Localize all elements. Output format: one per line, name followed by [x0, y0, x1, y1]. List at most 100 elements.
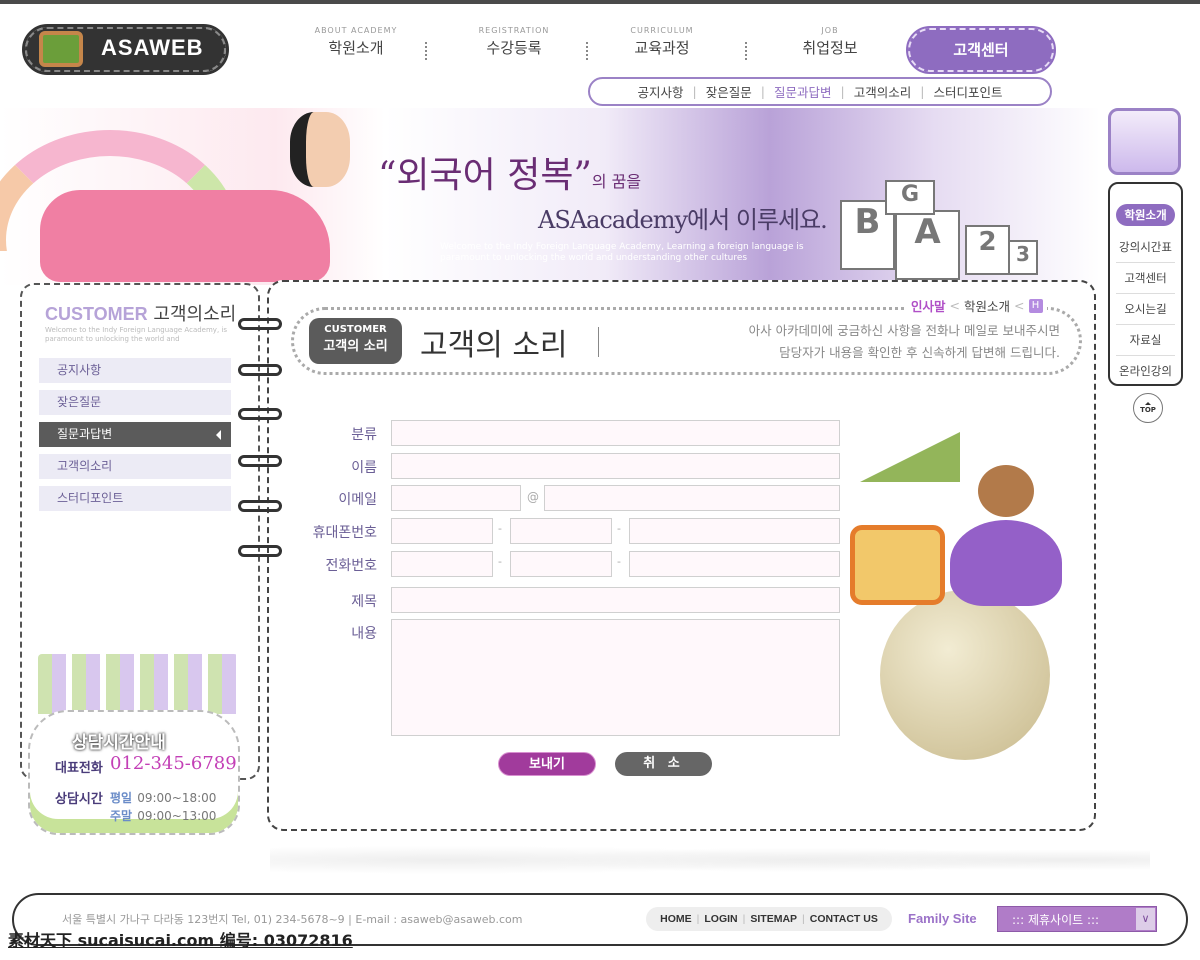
slogan-main: “외국어 정복” [378, 155, 592, 196]
sub-nav: 공지사항 | 잦은질문 | 질문과답변 | 고객의소리 | 스터디포인트 [588, 77, 1052, 106]
label-phone: 전화번호 [325, 558, 377, 574]
cancel-button[interactable]: 취 소 [615, 752, 712, 776]
phone-input-3[interactable] [629, 551, 840, 577]
chevron-left-icon: < [1014, 298, 1025, 313]
name-input[interactable] [391, 453, 840, 479]
weekday-value: 09:00~18:00 [137, 791, 217, 805]
breadcrumb-parent[interactable]: 학원소개 [964, 296, 1010, 315]
label-subject: 제목 [351, 594, 377, 610]
nav-curriculum[interactable]: CURRICULUM 교육과정 [592, 26, 732, 58]
badge-ko: 고객의 소리 [323, 339, 388, 354]
city-illustration [38, 654, 238, 714]
sidebar-title-ko: 고객의소리 [153, 304, 237, 325]
quick-item-resources[interactable]: 자료실 [1116, 325, 1175, 356]
subnav-study-point[interactable]: 스터디포인트 [933, 82, 1002, 101]
home-icon[interactable]: H [1028, 298, 1043, 313]
nav-about[interactable]: ABOUT ACADEMY 학원소개 [286, 26, 426, 58]
divider: | [760, 84, 765, 99]
page-title: 고객의 소리 [420, 328, 568, 363]
phone-input-2[interactable] [510, 551, 612, 577]
content-textarea[interactable] [391, 619, 840, 736]
footer-link-login[interactable]: LOGIN [704, 913, 737, 925]
binder-ring [238, 455, 282, 467]
chevron-left-icon: < [949, 298, 960, 313]
scroll-top-button[interactable]: TOP [1133, 393, 1163, 423]
quick-item-online-lecture[interactable]: 온라인강의 [1116, 356, 1175, 387]
weekend-value: 09:00~13:00 [137, 809, 217, 823]
divider: | [920, 84, 925, 99]
desc-line: 아사 아카데미에 궁금하신 사항을 전화나 메일로 보내주시면 [748, 323, 1060, 338]
footer-link-home[interactable]: HOME [660, 913, 692, 925]
subnav-faq[interactable]: 잦은질문 [706, 82, 752, 101]
girl-head-illustration [978, 465, 1034, 517]
sidebar-item-faq[interactable]: 잦은질문 [39, 390, 231, 415]
letter-blocks-illustration: B A 2 3 G [840, 180, 1038, 280]
weekend-label: 주말 [110, 809, 133, 823]
footer-links: HOME | LOGIN | SITEMAP | CONTACT US [646, 907, 892, 931]
dash: - [498, 522, 502, 535]
sidebar-item-qna[interactable]: 질문과답변 [39, 422, 231, 447]
sidebar-item-study-point[interactable]: 스터디포인트 [39, 486, 231, 511]
globe-illustration [880, 590, 1050, 760]
breadcrumb-current: 인사말 [911, 299, 946, 314]
phone-input-1[interactable] [391, 551, 493, 577]
quick-item-customer-center[interactable]: 고객센터 [1116, 263, 1175, 294]
footer-link-sitemap[interactable]: SITEMAP [750, 913, 797, 925]
tv-logo-icon [39, 31, 83, 67]
family-site-value: ::: 제휴사이트 ::: [1012, 913, 1100, 927]
nav-en: REGISTRATION [478, 26, 550, 35]
quick-item-directions[interactable]: 오시는길 [1116, 294, 1175, 325]
consult-title: 상담시간안내 [72, 733, 166, 753]
weekend-hours: 주말 09:00~13:00 [110, 805, 216, 824]
nav-customer-center[interactable]: 고객센터 [906, 26, 1056, 74]
nav-job[interactable]: JOB 취업정보 [760, 26, 900, 58]
model-photo [40, 190, 330, 282]
nav-divider [745, 42, 747, 60]
mobile-input-2[interactable] [510, 518, 612, 544]
family-site-select[interactable]: ::: 제휴사이트 ::: ∨ [997, 906, 1157, 932]
banner-slogan-line2: ASAacademy에서 이루세요. [538, 206, 828, 234]
page-description: 아사 아카데미에 궁금하신 사항을 전화나 메일로 보내주시면담당자가 내용을 … [660, 320, 1060, 364]
mobile-input-3[interactable] [629, 518, 840, 544]
sidebar-item-notice[interactable]: 공지사항 [39, 358, 231, 383]
category-input[interactable] [391, 420, 840, 446]
binder-ring [238, 500, 282, 512]
tel-number: 012-345-6789 [110, 753, 237, 774]
desc-line: 담당자가 내용을 확인한 후 신속하게 답변해 드립니다. [779, 345, 1060, 360]
nav-ko: 학원소개 [328, 39, 384, 57]
badge-en: CUSTOMER [324, 324, 387, 335]
sidebar-item-voice[interactable]: 고객의소리 [39, 454, 231, 479]
binder-ring [238, 364, 282, 376]
binder-ring [238, 408, 282, 420]
email-id-input[interactable] [391, 485, 521, 511]
subnav-notice[interactable]: 공지사항 [638, 82, 684, 101]
dash: - [617, 555, 621, 568]
nav-ko: 수강등록 [486, 39, 542, 57]
divider: | [802, 913, 805, 925]
subnav-qna[interactable]: 질문과답변 [774, 82, 832, 101]
clouds-decoration [270, 835, 1150, 885]
subject-input[interactable] [391, 587, 840, 613]
binder-ring [238, 545, 282, 557]
quick-item-about[interactable]: 학원소개 [1116, 204, 1175, 226]
quick-item-timetable[interactable]: 강의시간표 [1116, 232, 1175, 263]
quick-menu-book-icon [1108, 108, 1181, 175]
chevron-down-icon[interactable]: ∨ [1136, 908, 1155, 930]
label-name: 이름 [351, 460, 377, 476]
quick-menu: 학원소개 강의시간표 고객센터 오시는길 자료실 온라인강의 [1108, 182, 1183, 386]
logo[interactable]: ASAWEB [22, 24, 229, 75]
submit-button[interactable]: 보내기 [498, 752, 596, 776]
subnav-voice[interactable]: 고객의소리 [854, 82, 912, 101]
weekday-hours: 평일 09:00~18:00 [110, 787, 216, 806]
block: 2 [965, 225, 1010, 275]
email-domain-input[interactable] [544, 485, 840, 511]
watermark: 素材天下 sucaisucai.com 编号: 03072816 [8, 931, 353, 950]
nav-en: CURRICULUM [630, 26, 694, 35]
footer-link-contact[interactable]: CONTACT US [810, 913, 878, 925]
footer-address: 서울 특별시 가나구 다라동 123번지 Tel, 01) 234-5678~9… [62, 913, 523, 926]
nav-registration[interactable]: REGISTRATION 수강등록 [444, 26, 584, 58]
label-mobile: 휴대폰번호 [312, 525, 377, 541]
mobile-input-1[interactable] [391, 518, 493, 544]
divider: | [840, 84, 845, 99]
divider: | [692, 84, 697, 99]
